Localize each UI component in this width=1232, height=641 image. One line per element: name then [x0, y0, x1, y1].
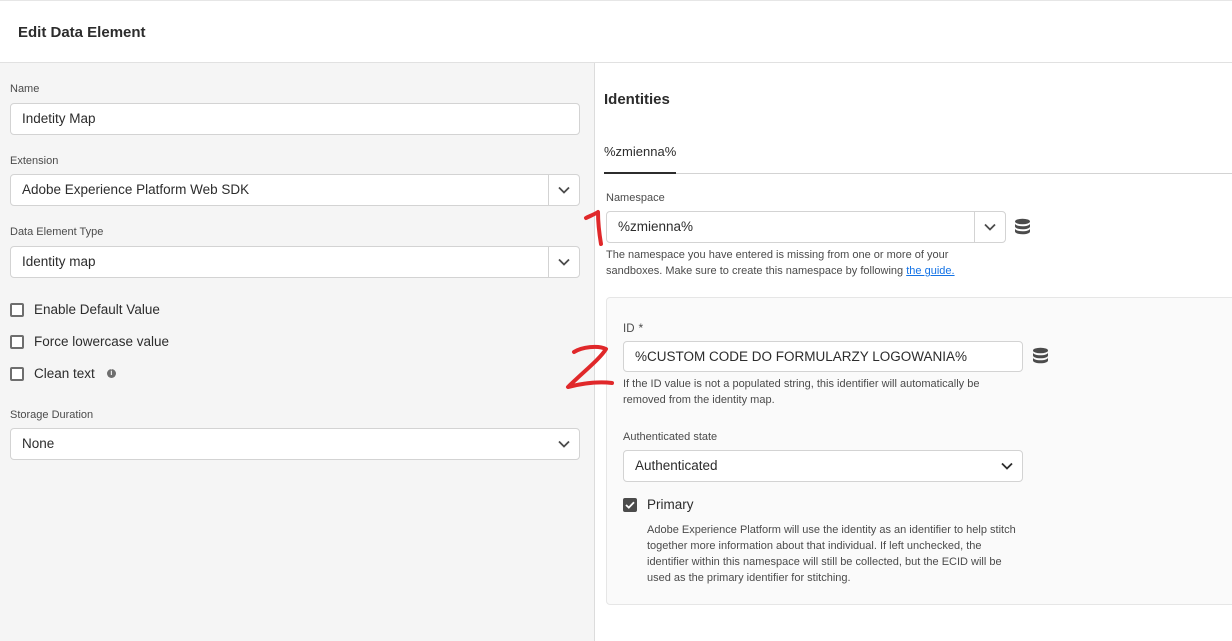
clean-text-checkbox[interactable]: Clean text i — [10, 366, 116, 381]
chevron-down-icon[interactable] — [548, 175, 579, 205]
id-input[interactable]: %CUSTOM CODE DO FORMULARZY LOGOWANIA% — [623, 341, 1023, 372]
authenticated-state-select[interactable]: Authenticated — [623, 450, 1023, 482]
extension-select[interactable]: Adobe Experience Platform Web SDK — [10, 174, 580, 206]
data-element-type-label: Data Element Type — [10, 226, 104, 238]
chevron-down-icon[interactable] — [991, 451, 1022, 481]
info-icon[interactable]: i — [106, 369, 116, 378]
namespace-combobox[interactable]: %zmienna% — [606, 211, 1006, 243]
storage-duration-label: Storage Duration — [10, 409, 94, 421]
chevron-down-icon[interactable] — [548, 247, 579, 277]
enable-default-value-checkbox[interactable]: Enable Default Value — [10, 302, 160, 317]
name-input-value: Indetity Map — [22, 111, 96, 126]
help-line: sandboxes. Make sure to create this name… — [606, 265, 904, 277]
storage-duration-value: None — [22, 436, 55, 451]
chevron-down-icon[interactable] — [548, 429, 579, 459]
storage-duration-select[interactable]: None — [10, 428, 580, 460]
extension-label: Extension — [10, 155, 59, 167]
force-lowercase-checkbox[interactable]: Force lowercase value — [10, 334, 169, 349]
namespace-label: Namespace — [606, 192, 665, 204]
database-icon[interactable] — [1014, 218, 1031, 240]
id-input-value: %CUSTOM CODE DO FORMULARZY LOGOWANIA% — [635, 349, 968, 364]
help-line: removed from the identity map. — [623, 394, 775, 406]
guide-link[interactable]: the guide. — [906, 265, 954, 277]
primary-label: Primary — [647, 497, 694, 512]
extension-select-value: Adobe Experience Platform Web SDK — [22, 182, 250, 197]
authenticated-state-value: Authenticated — [635, 458, 718, 473]
database-icon[interactable] — [1032, 347, 1049, 369]
help-line: The namespace you have entered is missin… — [606, 249, 949, 261]
right-panel: Identities %zmienna% Namespace %zmienna%… — [596, 63, 1232, 641]
desc-line: used as the primary identifier for stitc… — [647, 572, 851, 584]
checkbox-box[interactable] — [10, 334, 24, 349]
id-label: ID * — [623, 321, 643, 335]
identity-card: ID * %CUSTOM CODE DO FORMULARZY LOGOWANIA… — [606, 297, 1232, 605]
checkbox-label: Force lowercase value — [34, 334, 170, 349]
desc-line: identifier within this namespace will st… — [647, 556, 1002, 568]
checkbox-box[interactable] — [10, 366, 24, 381]
checkbox-label: Clean text — [34, 366, 95, 381]
page-title: Edit Data Element — [18, 24, 146, 41]
identities-title: Identities — [604, 91, 670, 108]
dialog-header: Edit Data Element — [0, 0, 1232, 63]
id-help-text: If the ID value is not a populated strin… — [623, 376, 979, 408]
help-line: If the ID value is not a populated strin… — [623, 378, 980, 390]
primary-description: Adobe Experience Platform will use the i… — [647, 522, 1027, 586]
chevron-down-icon[interactable] — [974, 212, 1005, 242]
data-element-type-value: Identity map — [22, 254, 96, 269]
authenticated-state-label: Authenticated state — [623, 431, 718, 443]
namespace-help-text: The namespace you have entered is missin… — [606, 247, 955, 279]
primary-checkbox[interactable]: Primary — [623, 497, 694, 512]
id-label-text: ID — [623, 323, 635, 335]
tab-active-indicator — [604, 172, 676, 174]
desc-line: Adobe Experience Platform will use the i… — [647, 524, 1016, 536]
name-label: Name — [10, 83, 40, 95]
checkbox-label: Enable Default Value — [34, 302, 160, 317]
name-input[interactable]: Indetity Map — [10, 103, 580, 135]
checkmark-icon[interactable] — [623, 497, 637, 512]
checkbox-box[interactable] — [10, 302, 24, 317]
left-panel: Name Indetity Map Extension Adobe Experi… — [0, 63, 595, 641]
tab-divider — [604, 173, 1232, 174]
tab-identity[interactable]: %zmienna% — [604, 144, 676, 159]
namespace-value: %zmienna% — [618, 219, 694, 234]
desc-line: together more information about that ind… — [647, 540, 982, 552]
required-asterisk: * — [638, 321, 644, 335]
data-element-type-select[interactable]: Identity map — [10, 246, 580, 278]
